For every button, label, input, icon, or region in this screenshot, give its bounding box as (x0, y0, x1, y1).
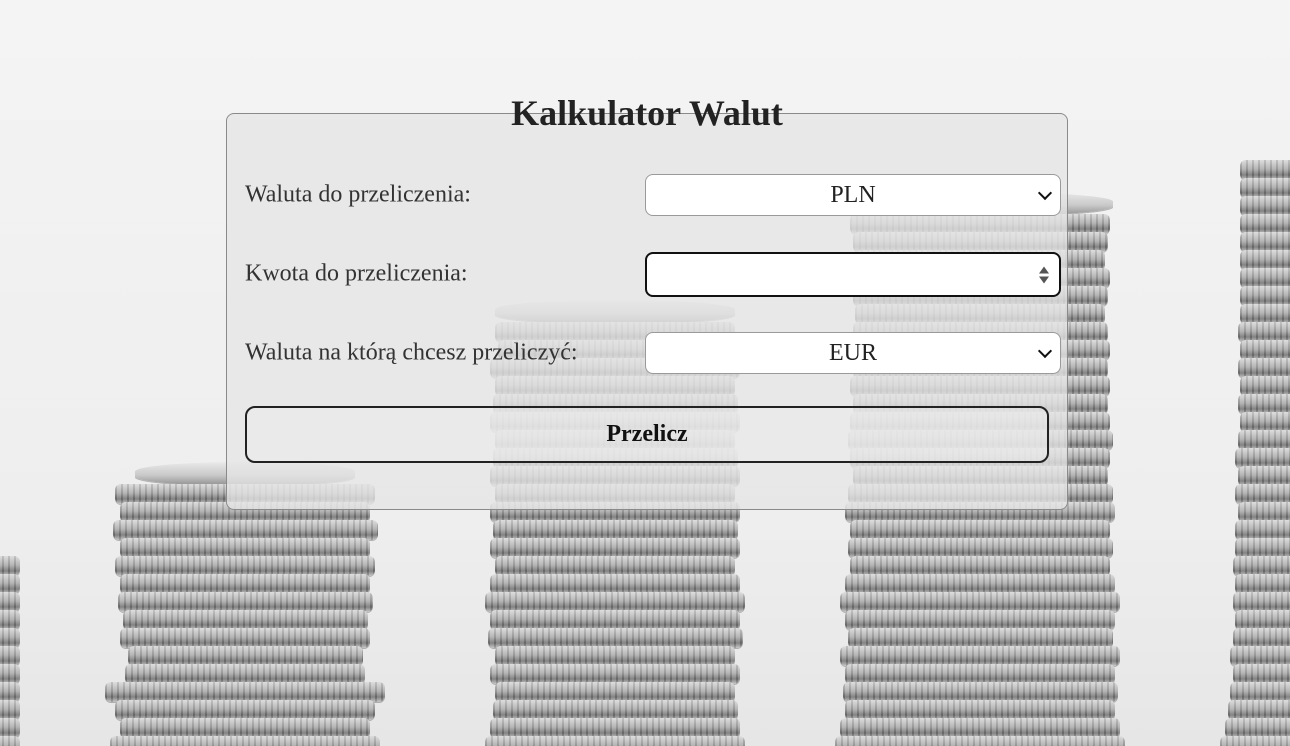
to-currency-row: Waluta na którą chcesz przeliczyć: EUR (245, 331, 1061, 375)
convert-button[interactable]: Przelicz (245, 406, 1049, 463)
from-currency-row: Waluta do przeliczenia: PLN (245, 173, 1061, 217)
from-currency-value: PLN (830, 181, 876, 208)
spinner-up-icon[interactable] (1039, 266, 1049, 273)
spinner-icon[interactable] (1039, 266, 1049, 283)
chevron-down-icon (1037, 185, 1053, 201)
coin-stack-right-edge (1215, 160, 1290, 746)
to-currency-label: Waluta na którą chcesz przeliczyć: (245, 339, 578, 366)
spinner-down-icon[interactable] (1039, 276, 1049, 283)
from-currency-label: Waluta do przeliczenia: (245, 181, 471, 208)
to-currency-value: EUR (829, 339, 877, 366)
from-currency-select[interactable]: PLN (645, 174, 1061, 216)
currency-calculator-form: Kalkulator Walut Waluta do przeliczenia:… (226, 93, 1068, 510)
to-currency-select[interactable]: EUR (645, 332, 1061, 374)
page-title: Kalkulator Walut (511, 93, 783, 133)
coin-stack-left-edge (0, 556, 20, 746)
chevron-down-icon (1037, 343, 1053, 359)
amount-label: Kwota do przeliczenia: (245, 260, 468, 287)
amount-input[interactable] (645, 252, 1061, 297)
amount-row: Kwota do przeliczenia: (245, 252, 1061, 297)
